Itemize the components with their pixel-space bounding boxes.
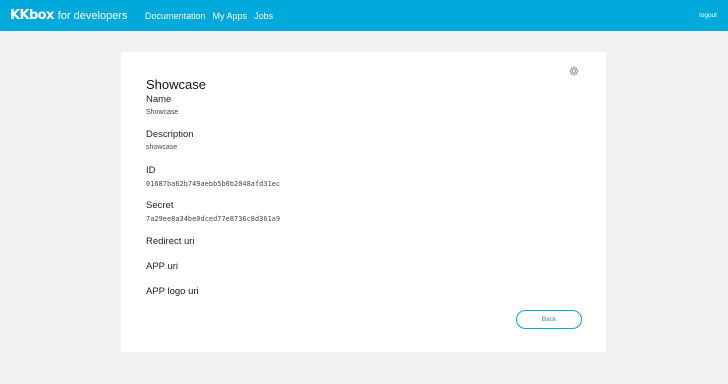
- name-value: Showcase: [146, 109, 179, 116]
- gear-icon[interactable]: [568, 64, 580, 76]
- app-uri-label: APP uri: [146, 261, 179, 272]
- nav-documentation[interactable]: Documentation: [145, 9, 206, 23]
- main-nav: Documentation My Apps Jobs: [145, 9, 273, 23]
- nav-jobs[interactable]: Jobs: [254, 9, 273, 23]
- app-detail-card: Showcase Name Showcase Description showc…: [121, 52, 606, 352]
- logout-link[interactable]: logout: [699, 10, 717, 22]
- redirect-uri-label: Redirect uri: [146, 236, 195, 247]
- app-logo-uri-label: APP logo uri: [146, 286, 199, 297]
- top-navigation-bar: KKbox for developers Documentation My Ap…: [0, 0, 728, 31]
- description-value: showcase: [146, 144, 178, 151]
- back-button[interactable]: Back: [516, 310, 582, 329]
- logo-mark: KKbox: [10, 8, 54, 23]
- kkbox-logo[interactable]: KKbox for developers: [10, 9, 128, 23]
- description-label: Description: [146, 129, 194, 140]
- name-label: Name: [146, 94, 172, 105]
- secret-label: Secret: [146, 200, 174, 211]
- id-value: 01687ba62b749aebb5b0b2048afd31ec: [146, 180, 281, 188]
- app-title: Showcase: [146, 77, 206, 92]
- nav-my-apps[interactable]: My Apps: [213, 9, 248, 23]
- id-label: ID: [146, 165, 156, 176]
- logo-subtitle: for developers: [57, 10, 128, 22]
- secret-value: 7a29ee8a34be0dced77e8736c8d361a9: [146, 215, 281, 223]
